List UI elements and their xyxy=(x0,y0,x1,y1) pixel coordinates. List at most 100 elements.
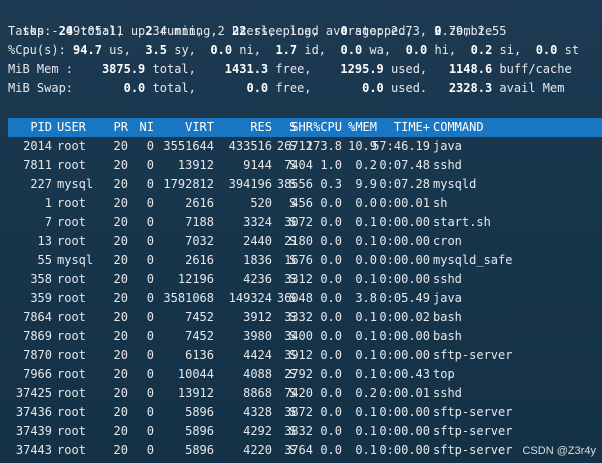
cell-virt: 7188 xyxy=(185,215,214,229)
cell-virt: 5896 xyxy=(185,424,214,438)
table-row[interactable]: 1 root 20 0 2616 520 456 S 0.0 0.0 0:00.01 sh xyxy=(8,194,602,213)
table-row[interactable]: 358 root 20 0 12196 4236 3312 S 0.0 0.1 0:00.00 ssh… xyxy=(8,270,602,289)
cpu-st: 0.0 xyxy=(535,43,558,57)
table-row[interactable]: 227 mysql 20 0 1792812 394196 38556 S 0.3 9.9 0:07… xyxy=(8,175,602,194)
table-row[interactable]: 7864 root 20 0 7452 3912 3332 S 0.0 0.1 0:00.02 bas… xyxy=(8,308,602,327)
cell-ni: 0 xyxy=(146,253,154,267)
table-row[interactable]: 7966 root 20 0 10044 4088 2792 S 0.0 0.1 0:00.43 to… xyxy=(8,365,602,384)
cell-time: 0:00.00 xyxy=(379,443,430,457)
cell-time: 0:00.02 xyxy=(379,310,430,324)
col-pid[interactable]: PID xyxy=(8,118,52,137)
cell-res: 4088 xyxy=(243,367,272,381)
cell-time: 0:00.01 xyxy=(379,386,430,400)
cell-ni: 0 xyxy=(146,291,154,305)
cell-res: 4328 xyxy=(243,405,272,419)
col-ni[interactable]: NI xyxy=(130,118,154,137)
tasks-total-label: total, xyxy=(80,24,124,38)
cell-time: 0:00.43 xyxy=(379,367,430,381)
cell-user: root xyxy=(57,348,86,362)
col-user[interactable]: USER xyxy=(57,118,113,137)
swap-avail-label: avail Mem xyxy=(499,81,565,95)
cell-command: sshd xyxy=(433,272,462,286)
cell-ni: 0 xyxy=(146,215,154,229)
cell-pr: 20 xyxy=(113,386,128,400)
cpu-id: 1.7 xyxy=(275,43,298,57)
cell-ni: 0 xyxy=(146,139,154,153)
cell-virt: 3581068 xyxy=(163,291,214,305)
table-row[interactable]: 13 root 20 0 7032 2440 2180 S 0.0 0.1 0:00.00 cron xyxy=(8,232,602,251)
cell-pid: 37436 xyxy=(15,405,52,419)
table-row[interactable]: 37436 root 20 0 5896 4328 3872 S 0.0 0.1 0:00.00 sf… xyxy=(8,403,602,422)
table-row[interactable]: 37425 root 20 0 13912 8868 7420 S 0.0 0.2 0:00.01 s… xyxy=(8,384,602,403)
cell-pr: 20 xyxy=(113,253,128,267)
cell-ni: 0 xyxy=(146,386,154,400)
cell-ni: 0 xyxy=(146,158,154,172)
table-row[interactable]: 7 root 20 0 7188 3324 3072 S 0.0 0.1 0:00.00 start.… xyxy=(8,213,602,232)
cpu-line: %Cpu(s): 94.7 us, 3.5 sy, 0.0 ni, 1.7 id… xyxy=(8,41,602,60)
cell-time: 0:07.28 xyxy=(379,177,430,191)
cell-res: 4424 xyxy=(243,348,272,362)
col-time[interactable]: TIME+ xyxy=(368,118,430,137)
cell-ni: 0 xyxy=(146,234,154,248)
mem-used: 1295.9 xyxy=(340,62,384,76)
col-res[interactable]: RES xyxy=(214,118,272,137)
cpu-si: 0.2 xyxy=(470,43,493,57)
cell-pr: 20 xyxy=(113,196,128,210)
swap-total: 0.0 xyxy=(123,81,146,95)
cell-user: root xyxy=(57,158,86,172)
cell-ni: 0 xyxy=(146,367,154,381)
cell-pid: 7869 xyxy=(23,329,52,343)
cell-ni: 0 xyxy=(146,329,154,343)
cell-user: root xyxy=(57,443,86,457)
cpu-ni-label: ni, xyxy=(239,43,261,57)
table-row[interactable]: 359 root 20 0 3581068 149324 36048 S 0.0 3.8 0:05.… xyxy=(8,289,602,308)
cpu-ni: 0.0 xyxy=(210,43,233,57)
table-row[interactable]: 2014 root 20 0 3551644 433516 26712 S 173.8 10.9 5… xyxy=(8,137,602,156)
cell-pr: 20 xyxy=(113,234,128,248)
cell-virt: 12196 xyxy=(177,272,214,286)
mem-used-label: used, xyxy=(391,62,428,76)
swap-total-label: total, xyxy=(152,81,196,95)
cell-res: 4292 xyxy=(243,424,272,438)
table-row[interactable]: 7870 root 20 0 6136 4424 3912 S 0.0 0.1 0:00.00 sft… xyxy=(8,346,602,365)
cell-pid: 55 xyxy=(37,253,52,267)
cell-pid: 13 xyxy=(37,234,52,248)
cell-user: root xyxy=(57,196,86,210)
cpu-hi: 0.0 xyxy=(405,43,428,57)
cpu-wa: 0.0 xyxy=(340,43,363,57)
col-virt[interactable]: VIRT xyxy=(156,118,214,137)
cell-command: sftp-server xyxy=(433,405,513,419)
cell-pid: 37439 xyxy=(15,424,52,438)
col-pr[interactable]: PR xyxy=(108,118,128,137)
cell-user: root xyxy=(57,367,86,381)
tasks-line: Tasks: 24 total, 2 running, 22 sleeping,… xyxy=(8,22,602,41)
cell-virt: 7452 xyxy=(185,310,214,324)
cell-command: bash xyxy=(433,329,462,343)
cpu-wa-label: wa, xyxy=(369,43,392,57)
cell-res: 9144 xyxy=(243,158,272,172)
cell-pr: 20 xyxy=(113,177,128,191)
table-row[interactable]: 37439 root 20 0 5896 4292 3832 S 0.0 0.1 0:00.00 sf… xyxy=(8,422,602,441)
cell-pid: 7966 xyxy=(23,367,52,381)
tasks-sleeping: 22 xyxy=(232,24,247,38)
cell-user: root xyxy=(57,386,86,400)
cell-ni: 0 xyxy=(146,272,154,286)
cell-pr: 20 xyxy=(113,272,128,286)
table-row[interactable]: 37443 root 20 0 5896 4220 3764 S 0.0 0.1 0:00.00 sf… xyxy=(8,441,602,460)
swap-label: MiB Swap: xyxy=(8,81,74,95)
cell-pr: 20 xyxy=(113,329,128,343)
tasks-running-label: running, xyxy=(159,24,218,38)
table-row[interactable]: 55 mysql 20 0 2616 1836 1676 S 0.0 0.0 0:00.00 mysq… xyxy=(8,251,602,270)
cpu-us: 94.7 xyxy=(73,43,102,57)
cell-virt: 2616 xyxy=(185,196,214,210)
table-row[interactable]: 7869 root 20 0 7452 3980 3400 S 0.0 0.1 0:00.00 bas… xyxy=(8,327,602,346)
cell-command: top xyxy=(433,367,455,381)
cell-res: 149324 xyxy=(228,291,272,305)
cell-virt: 1792812 xyxy=(163,177,214,191)
cell-ni: 0 xyxy=(146,196,154,210)
table-row[interactable]: 7811 root 20 0 13912 9144 7404 S 1.0 0.2 0:07.48 ss… xyxy=(8,156,602,175)
cell-res: 8868 xyxy=(243,386,272,400)
cell-time: 0:00.00 xyxy=(379,272,430,286)
tasks-total: 24 xyxy=(58,24,74,38)
col-command[interactable]: COMMAND xyxy=(433,118,533,137)
